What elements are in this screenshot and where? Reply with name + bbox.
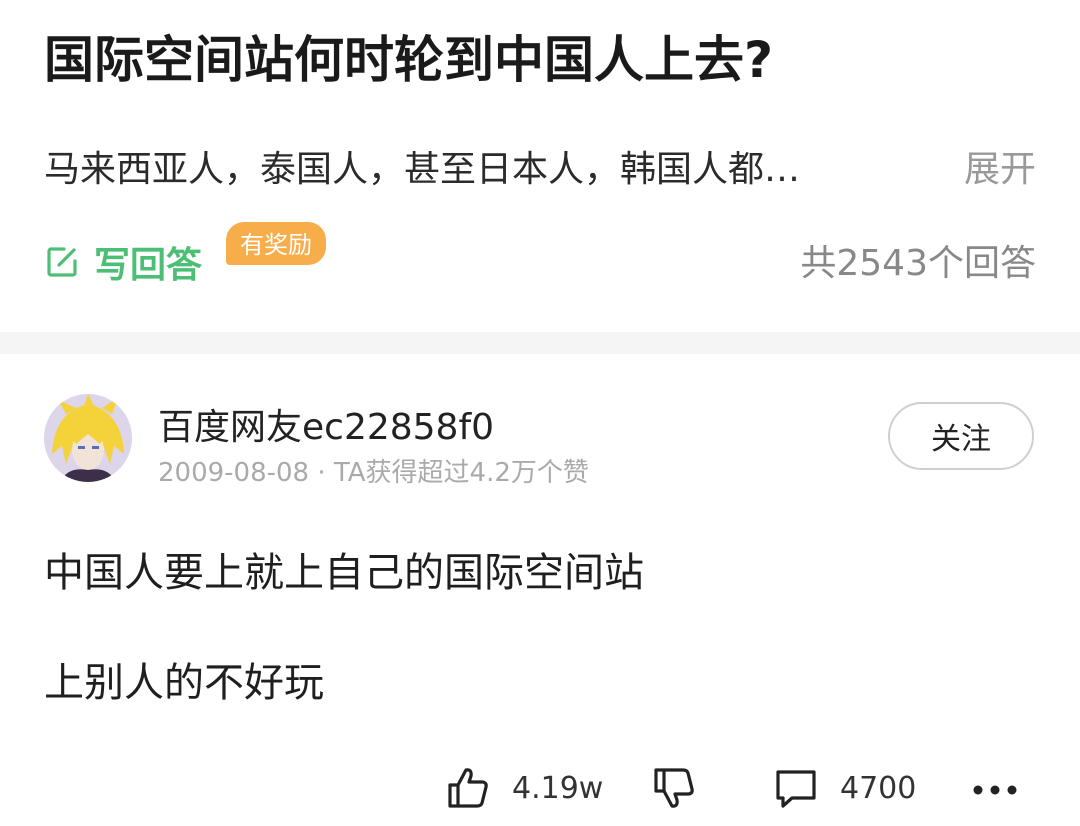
comment-button[interactable]: 4700 <box>774 762 916 814</box>
write-answer-button[interactable]: 写回答 <box>44 232 202 292</box>
expand-link[interactable]: 展开 <box>964 140 1036 192</box>
more-button[interactable] <box>970 762 1020 814</box>
reward-badge: 有奖励 <box>226 222 326 265</box>
answer-action-bar: 4.19w 4700 <box>0 762 1080 814</box>
like-button[interactable]: 4.19w <box>446 762 603 814</box>
question-title: 国际空间站何时轮到中国人上去? <box>44 31 774 89</box>
author-meta: 2009-08-08 · TA获得超过4.2万个赞 <box>158 452 589 489</box>
answer-date: 2009-08-08 <box>158 458 310 488</box>
follow-button[interactable]: 关注 <box>888 402 1034 470</box>
meta-separator: · <box>317 458 326 488</box>
like-count: 4.19w <box>512 770 604 806</box>
answer-count[interactable]: 共2543个回答 <box>800 234 1036 286</box>
author-name[interactable]: 百度网友ec22858f0 <box>158 398 494 450</box>
thumbs-down-icon <box>652 766 696 810</box>
answer-text-line: 中国人要上就上自己的国际空间站 <box>44 550 644 596</box>
write-answer-label: 写回答 <box>94 245 203 286</box>
question-header: 国际空间站何时轮到中国人上去? 马来西亚人，泰国人，甚至日本人，韩国人都… 展开… <box>0 0 1080 332</box>
avatar[interactable] <box>44 394 132 482</box>
comment-count: 4700 <box>840 770 917 806</box>
author-likes-summary: TA获得超过4.2万个赞 <box>333 458 589 488</box>
thumbs-up-icon <box>446 766 490 810</box>
more-icon <box>970 766 1020 810</box>
dislike-button[interactable] <box>652 762 696 814</box>
comment-icon <box>774 766 818 810</box>
edit-icon <box>44 244 80 280</box>
answer-text-line: 上别人的不好玩 <box>44 660 324 706</box>
section-divider <box>0 332 1080 354</box>
question-description[interactable]: 马来西亚人，泰国人，甚至日本人，韩国人都… <box>44 140 800 192</box>
